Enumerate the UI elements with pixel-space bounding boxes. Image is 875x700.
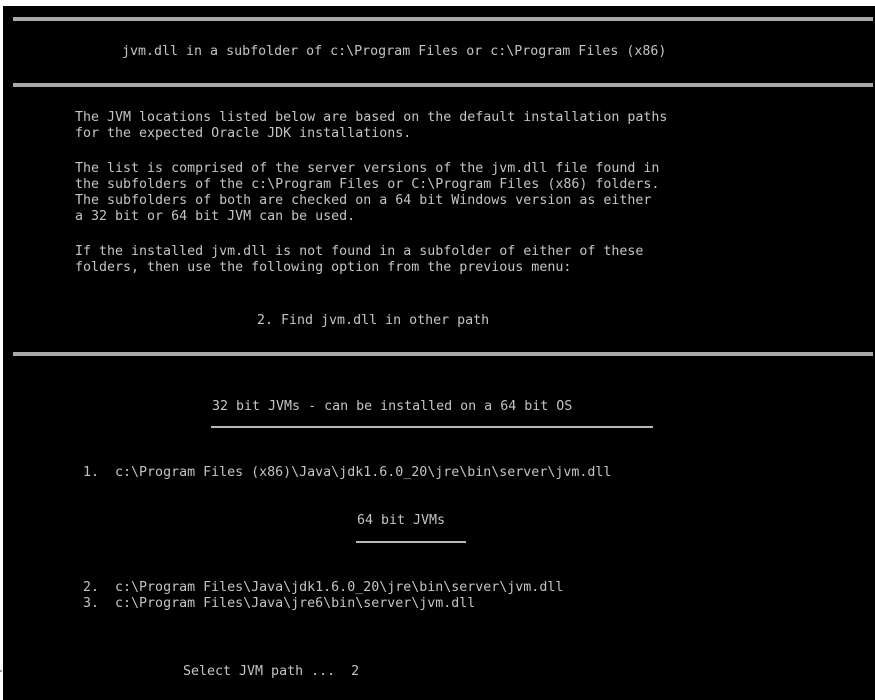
info-line: for the expected Oracle JDK installation… [75, 126, 412, 141]
jvm-list-item: 2. c:\Program Files\Java\jdk1.6.0_20\jre… [83, 580, 563, 596]
info-line: If the installed jvm.dll is not found in… [75, 244, 644, 259]
header-title: jvm.dll in a subfolder of c:\Program Fil… [122, 44, 667, 59]
jvm-list-item: 1. c:\Program Files (x86)\Java\jdk1.6.0_… [83, 465, 611, 481]
select-jvm-prompt[interactable]: Select JVM path ... 2 [183, 664, 359, 680]
jvm-item-path: c:\Program Files\Java\jdk1.6.0_20\jre\bi… [115, 580, 564, 595]
info-line: a 32 bit or 64 bit JVM can be used. [75, 209, 356, 224]
prompt-label: Select JVM path ... [183, 664, 336, 679]
top-divider [13, 17, 873, 21]
section-32bit-underline [211, 426, 653, 428]
section-64bit-underline [356, 541, 466, 543]
info-line: The JVM locations listed below are based… [75, 110, 668, 125]
header-divider [13, 83, 873, 87]
menu-option-find-jvm: 2. Find jvm.dll in other path [257, 313, 490, 328]
jvm-list-item: 3. c:\Program Files\Java\jre6\bin\server… [83, 596, 475, 612]
info-line: The list is comprised of the server vers… [75, 161, 660, 176]
info-divider [13, 352, 873, 356]
info-line: The subfolders of both are checked on a … [75, 193, 652, 208]
info-line: the subfolders of the c:\Program Files o… [75, 177, 660, 192]
info-line: folders, then use the following option f… [75, 260, 572, 275]
section-64bit-heading: 64 bit JVMs [357, 513, 446, 528]
edge-marker [0, 670, 2, 672]
screenshot-frame: jvm.dll in a subfolder of c:\Program Fil… [0, 0, 875, 700]
section-32bit-heading: 32 bit JVMs - can be installed on a 64 b… [212, 399, 573, 414]
jvm-item-number: 3. [83, 596, 100, 611]
jvm-item-number: 2. [83, 580, 100, 595]
jvm-item-path: c:\Program Files (x86)\Java\jdk1.6.0_20\… [115, 465, 612, 480]
console-window: jvm.dll in a subfolder of c:\Program Fil… [3, 6, 875, 700]
jvm-item-number: 1. [83, 465, 100, 480]
jvm-item-path: c:\Program Files\Java\jre6\bin\server\jv… [115, 596, 476, 611]
prompt-input-value[interactable]: 2 [351, 664, 359, 679]
